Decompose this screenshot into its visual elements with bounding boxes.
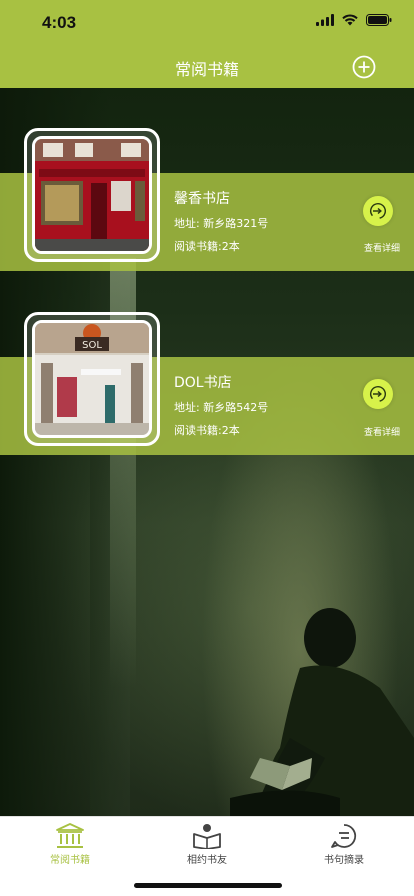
store-book-count: 阅读书籍:2本	[174, 424, 240, 437]
add-button[interactable]	[352, 55, 376, 79]
library-icon	[56, 823, 84, 848]
store-name: 馨香书店	[174, 191, 230, 207]
enter-arrow-icon	[369, 385, 387, 403]
store-book-count: 阅读书籍:2本	[174, 240, 240, 253]
background-image: 馨香书店 地址: 新乡路321号 阅读书籍:2本 查看详细 SOL DOL书店 …	[0, 88, 414, 816]
tab-quotes-label: 书句摘录	[324, 855, 364, 866]
storefront-illustration	[35, 139, 149, 251]
enter-arrow-icon	[369, 202, 387, 220]
status-time: 4:03	[42, 13, 77, 32]
view-detail-button[interactable]	[363, 379, 393, 409]
tab-book-friends[interactable]: 相约书友	[147, 817, 267, 877]
home-indicator	[134, 883, 282, 888]
reading-person-illustration	[230, 608, 414, 816]
store-photo-dol: SOL	[32, 320, 152, 438]
shop-sign-text: SOL	[82, 340, 102, 351]
battery-icon	[366, 14, 392, 26]
store-address: 地址: 新乡路321号	[174, 217, 269, 230]
tab-book-friends-label: 相约书友	[187, 855, 227, 866]
status-icons	[316, 14, 392, 26]
store-address: 地址: 新乡路542号	[174, 401, 269, 414]
store-photo-xinxiang	[32, 136, 152, 254]
tab-quotes[interactable]: 书句摘录	[284, 817, 404, 877]
reader-icon	[193, 824, 221, 849]
signal-icon	[316, 14, 334, 26]
store-name: DOL书店	[174, 375, 232, 391]
view-detail-button[interactable]	[363, 196, 393, 226]
top-bar: 4:03 常阅书籍	[0, 0, 414, 88]
store-thumbnail-frame[interactable]	[24, 128, 160, 262]
plus-circle-icon	[352, 55, 376, 79]
store-thumbnail-frame[interactable]: SOL	[24, 312, 160, 446]
view-detail-label[interactable]: 查看详细	[355, 425, 409, 438]
storefront-illustration: SOL	[35, 323, 149, 435]
tab-library[interactable]: 常阅书籍	[10, 817, 130, 877]
view-detail-label[interactable]: 查看详细	[355, 241, 409, 254]
wifi-icon	[342, 14, 358, 26]
quote-icon	[331, 824, 357, 848]
tab-bar: 常阅书籍 相约书友 书句摘录	[0, 816, 414, 896]
tab-library-label: 常阅书籍	[50, 855, 90, 866]
